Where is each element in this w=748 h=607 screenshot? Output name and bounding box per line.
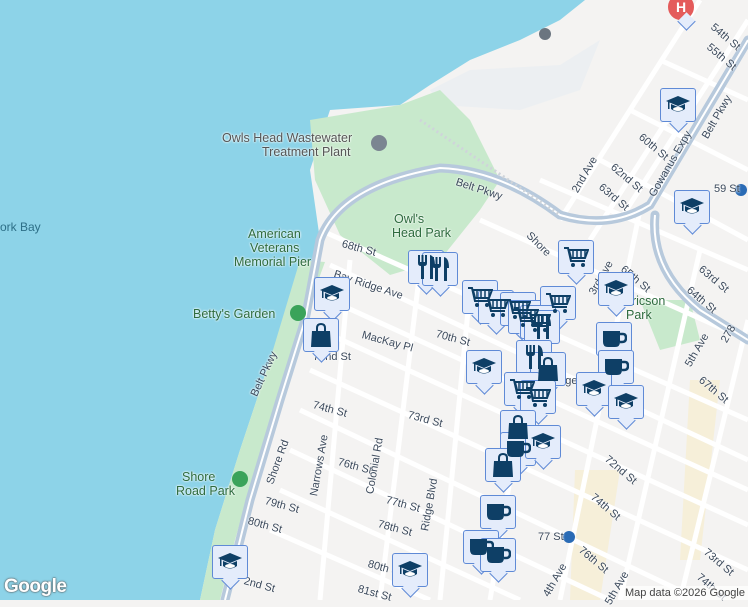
marker-school[interactable] [660,88,696,122]
marker-bag[interactable] [303,318,339,352]
marker-school[interactable] [598,272,634,306]
school-icon [398,561,422,577]
hospital-icon[interactable]: H [668,0,694,20]
marker-cart[interactable] [558,240,594,274]
school-icon [582,380,606,396]
map-attribution: Map data ©2026 Google [621,586,748,600]
cart-icon [564,247,589,267]
school-icon [680,198,704,214]
coffee-icon [605,359,629,375]
restaurant-icon [432,257,449,281]
school-icon [666,96,690,112]
map-label: Treatment Plant [262,145,351,159]
map-label: Shore [182,470,216,484]
school-icon [218,553,242,569]
map-label: Road Park [176,484,236,498]
school-icon [604,280,628,296]
coffee-icon [487,547,511,563]
marker-school[interactable] [576,372,612,406]
marker-school[interactable] [392,553,428,587]
ferry-icon [539,28,551,40]
school-icon [614,393,638,409]
treatment-plant-icon [371,135,387,151]
map-label: Owls Head Wastewater [222,131,353,145]
map-label: American [248,227,301,241]
map-label: Betty's Garden [193,307,276,321]
marker-school[interactable] [466,350,502,384]
map-label: Memorial Pier [234,255,312,269]
marker-school[interactable] [608,385,644,419]
school-icon [472,358,496,374]
google-logo: Google [4,576,67,597]
cart-icon [526,387,551,407]
marker-cart[interactable] [520,380,556,414]
marker-school[interactable] [674,190,710,224]
bag-icon [311,322,331,347]
restaurant-icon [534,315,551,339]
coffee-icon [603,331,627,347]
map-label: 77 St [538,531,564,543]
marker-school[interactable] [212,545,248,579]
map-label: 59 St [714,183,740,195]
school-icon [531,433,555,449]
map-label: Park [626,308,652,322]
school-icon [320,285,344,301]
marker-school[interactable] [314,277,350,311]
map-label: Owl's [394,212,425,226]
bag-icon [508,414,528,439]
marker-coffee[interactable] [480,495,516,529]
coffee-icon [487,504,511,520]
subway-77st-icon [563,531,575,543]
map-label: ork Bay [0,220,41,234]
map-label: Veterans [250,241,300,255]
bag-icon [493,452,513,477]
map-label: Head Park [392,226,452,240]
bag-icon [538,356,558,381]
